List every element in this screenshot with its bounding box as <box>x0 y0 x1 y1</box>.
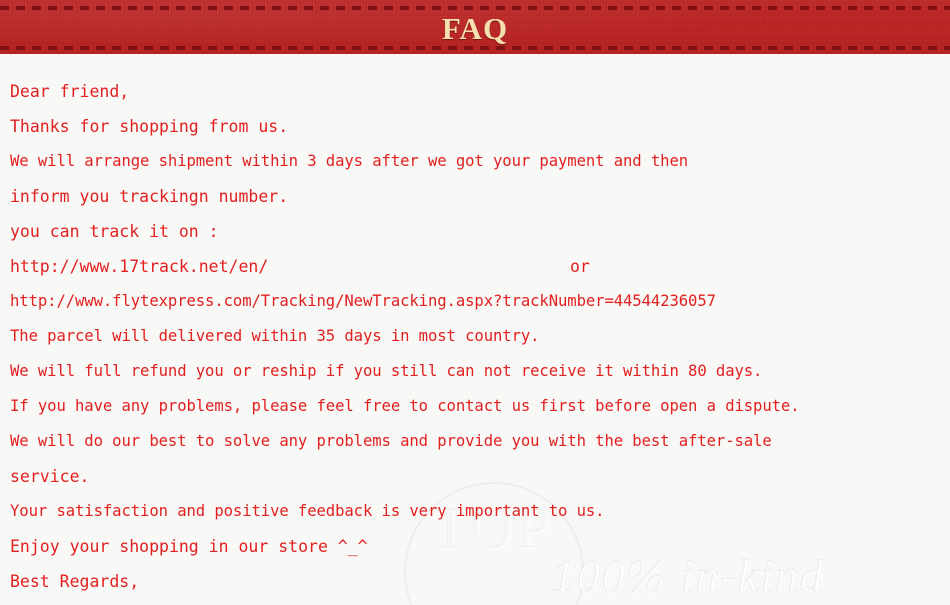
faq-line-thanks: Thanks for shopping from us. <box>10 117 289 136</box>
faq-line-dispute-policy: If you have any problems, please feel fr… <box>10 397 800 415</box>
faq-body: TOP 100% in-kind shooting Dear friend, T… <box>0 54 950 605</box>
faq-line-signoff: Best Regards, <box>10 572 140 591</box>
faq-line-shipment: We will arrange shipment within 3 days a… <box>10 152 689 170</box>
faq-header-banner: FAQ <box>0 0 950 54</box>
faq-line-greeting: Dear friend, <box>10 82 130 101</box>
tracking-url-separator: or <box>570 257 590 276</box>
faq-text-block: Dear friend, Thanks for shopping from us… <box>0 54 950 599</box>
faq-line-after-sale-1: We will do our best to solve any problem… <box>10 432 772 450</box>
faq-line-inform-tracking: inform you trackingn number. <box>10 187 289 206</box>
tracking-url-primary[interactable]: http://www.17track.net/en/ <box>10 249 268 284</box>
tracking-url-secondary[interactable]: http://www.flytexpress.com/Tracking/NewT… <box>0 284 950 319</box>
header-stitch-top <box>0 6 950 10</box>
watermark-tagline-line-2: shooting <box>619 601 794 605</box>
faq-line-enjoy: Enjoy your shopping in our store ^_^ <box>10 537 368 556</box>
faq-line-feedback: Your satisfaction and positive feedback … <box>10 502 605 520</box>
faq-tracking-url-primary-row: http://www.17track.net/en/ or <box>0 249 950 284</box>
faq-page: FAQ TOP 100% in-kind shooting Dear frien… <box>0 0 950 605</box>
faq-line-refund-policy: We will full refund you or reship if you… <box>10 362 763 380</box>
page-title: FAQ <box>441 11 509 46</box>
faq-line-after-sale-2: service. <box>10 467 90 486</box>
faq-line-delivery-time: The parcel will delivered within 35 days… <box>10 327 540 345</box>
faq-line-track-intro: you can track it on : <box>10 222 219 241</box>
